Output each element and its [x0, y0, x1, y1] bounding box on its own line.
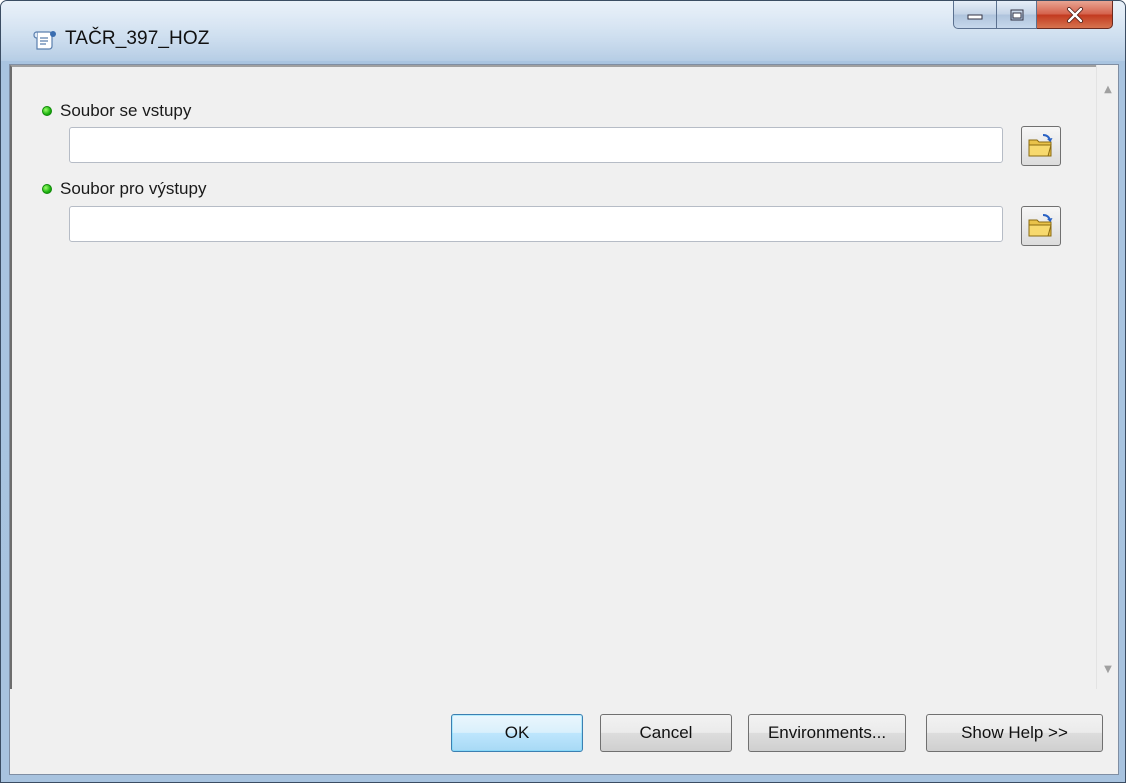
show-help-button[interactable]: Show Help >> — [926, 714, 1103, 752]
tool-dialog-window: TAČR_397_HOZ Soubor se vstupy Soubor pro… — [0, 0, 1126, 783]
open-folder-icon — [1028, 134, 1053, 157]
close-icon — [1066, 6, 1083, 23]
scroll-down-arrow-icon[interactable]: ▼ — [1097, 659, 1119, 679]
dialog-content: Soubor se vstupy Soubor pro výstupy ▲ ▼ … — [9, 64, 1119, 775]
window-title: TAČR_397_HOZ — [65, 28, 210, 49]
maximize-button[interactable] — [997, 1, 1037, 29]
script-tool-icon — [33, 31, 56, 50]
param-label-text: Soubor se vstupy — [60, 101, 192, 120]
scroll-up-arrow-icon[interactable]: ▲ — [1097, 79, 1119, 99]
ok-button[interactable]: OK — [451, 714, 583, 752]
output-file-field[interactable] — [69, 206, 1003, 242]
browse-output-button[interactable] — [1021, 206, 1061, 246]
browse-input-button[interactable] — [1021, 126, 1061, 166]
required-dot-icon — [42, 106, 52, 116]
close-button[interactable] — [1037, 1, 1113, 29]
required-dot-icon — [42, 184, 52, 194]
parameters-panel: Soubor se vstupy Soubor pro výstupy — [10, 65, 1096, 689]
open-folder-icon — [1028, 214, 1053, 237]
minimize-icon — [967, 14, 983, 19]
param-label-text: Soubor pro výstupy — [60, 179, 207, 198]
caption-buttons — [953, 1, 1113, 31]
input-file-field[interactable] — [69, 127, 1003, 163]
vertical-scrollbar[interactable]: ▲ ▼ — [1096, 65, 1118, 689]
cancel-button[interactable]: Cancel — [600, 714, 732, 752]
environments-button[interactable]: Environments... — [748, 714, 906, 752]
title-bar[interactable]: TAČR_397_HOZ — [1, 1, 1125, 61]
button-bar: OK Cancel Environments... Show Help >> — [10, 689, 1118, 774]
minimize-button[interactable] — [953, 1, 997, 29]
maximize-icon — [1010, 9, 1023, 20]
param-label-output-file: Soubor pro výstupy — [42, 179, 206, 199]
param-label-input-file: Soubor se vstupy — [42, 101, 191, 121]
